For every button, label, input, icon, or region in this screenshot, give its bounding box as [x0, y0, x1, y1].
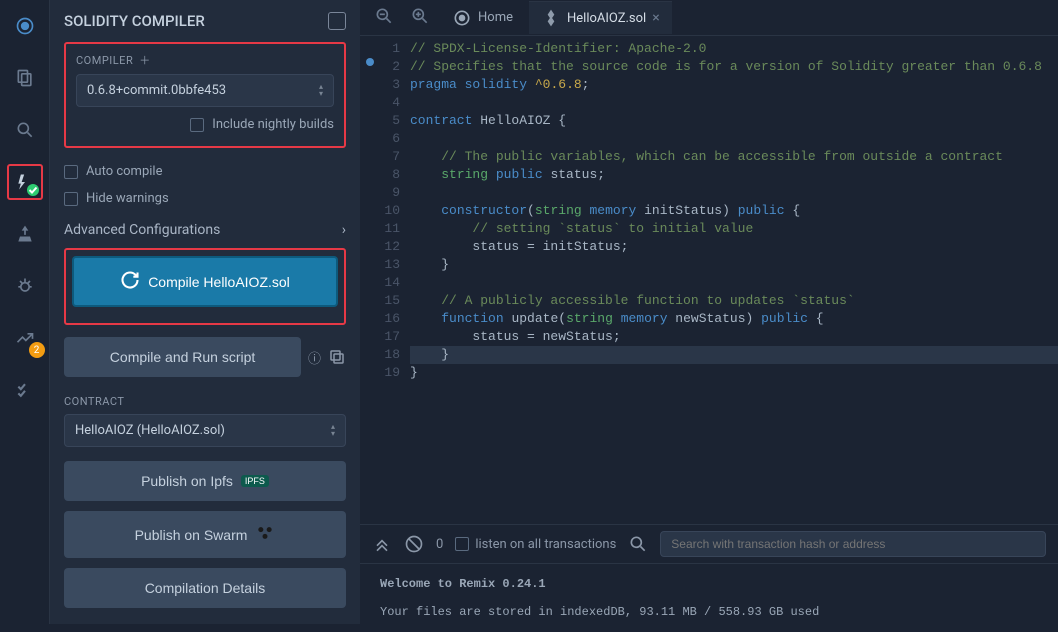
contract-label: CONTRACT: [64, 395, 346, 408]
listen-checkbox[interactable]: [455, 537, 469, 551]
contract-select[interactable]: HelloAIOZ (HelloAIOZ.sol): [64, 414, 346, 447]
publish-swarm-button[interactable]: Publish on Swarm: [64, 511, 346, 558]
deploy-icon[interactable]: [7, 216, 43, 252]
advanced-config-toggle[interactable]: Advanced Configurations ›: [64, 222, 346, 238]
chevron-right-icon: ›: [342, 222, 346, 238]
zoom-out-icon[interactable]: [368, 2, 400, 34]
nightly-checkbox[interactable]: [190, 118, 204, 132]
tab-bar: Home HelloAIOZ.sol ×: [360, 0, 1058, 36]
terminal-toolbar: 0 listen on all transactions: [360, 525, 1058, 564]
terminal: 0 listen on all transactions Welcome to …: [360, 524, 1058, 624]
hidewarnings-checkbox[interactable]: [64, 192, 78, 206]
publish-ipfs-button[interactable]: Publish on Ipfs IPFS: [64, 461, 346, 501]
compiler-version-select[interactable]: 0.6.8+commit.0bbfe453: [76, 74, 334, 107]
compile-button-label: Compile HelloAIOZ.sol: [148, 274, 290, 290]
search-icon[interactable]: [7, 112, 43, 148]
badge-count: 2: [29, 342, 45, 358]
line-gutter: 12345678910111213141516171819: [360, 36, 410, 524]
swarm-icon: [255, 523, 275, 546]
compiler-version-value: 0.6.8+commit.0bbfe453: [87, 83, 226, 98]
terminal-collapse-icon[interactable]: [372, 534, 392, 554]
compiler-icon[interactable]: [7, 164, 43, 200]
compile-button[interactable]: Compile HelloAIOZ.sol: [72, 256, 338, 307]
terminal-output: Welcome to Remix 0.24.1 Your files are s…: [360, 564, 1058, 632]
zoom-in-icon[interactable]: [404, 2, 436, 34]
compiler-section-highlight: COMPILER ＋ 0.6.8+commit.0bbfe453 Include…: [64, 42, 346, 148]
icon-sidebar: 2: [0, 0, 50, 624]
logo-icon[interactable]: [7, 8, 43, 44]
terminal-clear-icon[interactable]: [404, 534, 424, 554]
code-editor[interactable]: 12345678910111213141516171819 // SPDX-Li…: [360, 36, 1058, 524]
chevron-updown-icon: [319, 84, 323, 97]
pending-tx-count: 0: [436, 537, 443, 552]
panel-header: SOLIDITY COMPILER: [64, 12, 346, 30]
terminal-search-icon[interactable]: [628, 534, 648, 554]
success-badge-icon: [27, 184, 39, 196]
terminal-storage: Your files are stored in indexedDB, 93.1…: [380, 602, 1038, 622]
refresh-icon: [120, 270, 140, 293]
nightly-label: Include nightly builds: [212, 117, 334, 132]
panel-collapse-icon[interactable]: [328, 12, 346, 30]
hidewarnings-label: Hide warnings: [86, 191, 169, 206]
autocompile-label: Auto compile: [86, 164, 162, 179]
contract-value: HelloAIOZ (HelloAIOZ.sol): [75, 423, 225, 438]
terminal-welcome: Welcome to Remix 0.24.1: [380, 577, 546, 591]
tab-home[interactable]: Home: [440, 2, 525, 34]
info-icon[interactable]: ⓘ: [307, 348, 322, 367]
analytics-icon[interactable]: 2: [7, 320, 43, 356]
tab-file[interactable]: HelloAIOZ.sol ×: [529, 1, 672, 34]
close-icon[interactable]: ×: [652, 10, 659, 26]
compile-run-button[interactable]: Compile and Run script: [64, 337, 301, 377]
compile-button-highlight: Compile HelloAIOZ.sol: [64, 248, 346, 325]
compiler-panel: SOLIDITY COMPILER COMPILER ＋ 0.6.8+commi…: [50, 0, 360, 624]
debug-icon[interactable]: [7, 268, 43, 304]
copy-icon[interactable]: [328, 347, 346, 367]
terminal-search-input[interactable]: [660, 531, 1046, 557]
listen-label: listen on all transactions: [475, 537, 616, 552]
plus-icon[interactable]: ＋: [139, 52, 151, 68]
checklist-icon[interactable]: [7, 372, 43, 408]
compiler-label: COMPILER ＋: [76, 52, 334, 68]
compilation-details-button[interactable]: Compilation Details: [64, 568, 346, 608]
files-icon[interactable]: [7, 60, 43, 96]
chevron-updown-icon: [331, 424, 335, 437]
breakpoint-icon[interactable]: [366, 58, 374, 66]
autocompile-checkbox[interactable]: [64, 165, 78, 179]
code-content: // SPDX-License-Identifier: Apache-2.0 /…: [410, 36, 1058, 524]
editor-area: Home HelloAIOZ.sol × 1234567891011121314…: [360, 0, 1058, 624]
panel-title: SOLIDITY COMPILER: [64, 12, 205, 30]
ipfs-badge-icon: IPFS: [241, 475, 269, 487]
